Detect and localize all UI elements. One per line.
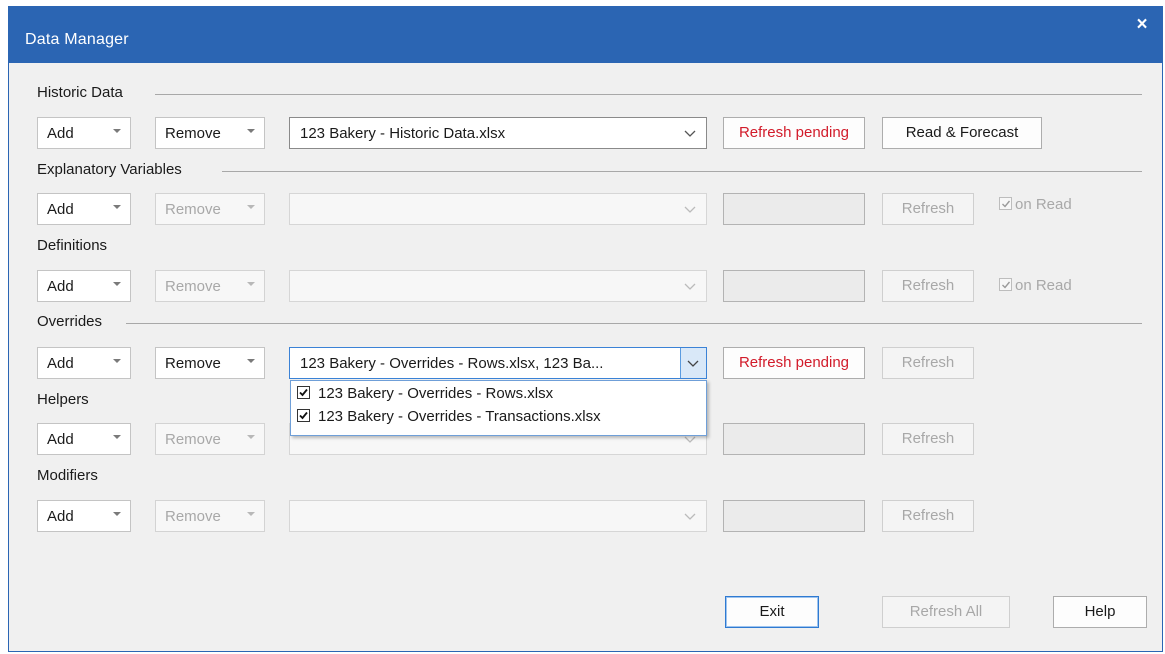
read-and-forecast-button[interactable]: Read & Forecast xyxy=(882,117,1042,149)
overrides-remove-dropdown[interactable]: Remove xyxy=(155,347,265,379)
explanatory-add-dropdown[interactable]: Add xyxy=(37,193,131,225)
helpers-add-dropdown[interactable]: Add xyxy=(37,423,131,455)
chevron-down-icon xyxy=(682,125,698,141)
explanatory-remove-dropdown: Remove xyxy=(155,193,265,225)
modifiers-file-select xyxy=(289,500,707,532)
definitions-on-read-checkbox: on Read xyxy=(999,277,1072,294)
caret-down-icon xyxy=(247,282,255,286)
definitions-status-box xyxy=(723,270,865,302)
section-label-modifiers: Modifiers xyxy=(37,467,98,484)
caret-down-icon xyxy=(113,205,121,209)
section-divider xyxy=(222,171,1142,172)
caret-down-icon xyxy=(113,359,121,363)
checkmark-icon xyxy=(999,278,1012,291)
overrides-refresh-button: Refresh xyxy=(882,347,974,379)
section-label-explanatory: Explanatory Variables xyxy=(37,161,182,178)
definitions-remove-dropdown: Remove xyxy=(155,270,265,302)
chevron-down-icon xyxy=(682,201,698,217)
overrides-add-dropdown[interactable]: Add xyxy=(37,347,131,379)
explanatory-file-select xyxy=(289,193,707,225)
section-label-overrides: Overrides xyxy=(37,313,103,330)
modifiers-add-dropdown[interactable]: Add xyxy=(37,500,131,532)
chevron-down-icon xyxy=(682,508,698,524)
section-label-definitions: Definitions xyxy=(37,237,108,254)
refresh-all-button: Refresh All xyxy=(882,596,1010,628)
caret-down-icon xyxy=(247,205,255,209)
list-item[interactable]: 123 Bakery - Overrides - Transactions.xl… xyxy=(297,408,601,430)
caret-down-icon xyxy=(113,282,121,286)
overrides-dropdown-list: 123 Bakery - Overrides - Rows.xlsx 123 B… xyxy=(290,380,707,436)
caret-down-icon xyxy=(113,129,121,133)
close-icon[interactable]: × xyxy=(1132,15,1152,35)
exit-button[interactable]: Exit xyxy=(725,596,819,628)
historic-refresh-pending-button[interactable]: Refresh pending xyxy=(723,117,865,149)
section-label-historic: Historic Data xyxy=(37,84,123,101)
caret-down-icon xyxy=(113,435,121,439)
checkmark-icon xyxy=(999,197,1012,210)
section-label-helpers: Helpers xyxy=(37,391,89,408)
caret-down-icon xyxy=(247,359,255,363)
definitions-refresh-button: Refresh xyxy=(882,270,974,302)
modifiers-remove-dropdown: Remove xyxy=(155,500,265,532)
definitions-file-select xyxy=(289,270,707,302)
caret-down-icon xyxy=(113,512,121,516)
modifiers-status-box xyxy=(723,500,865,532)
title-bar: Data Manager × xyxy=(9,7,1162,63)
caret-down-icon xyxy=(247,512,255,516)
checkmark-icon[interactable] xyxy=(297,409,310,422)
historic-add-dropdown[interactable]: Add xyxy=(37,117,131,149)
helpers-refresh-button: Refresh xyxy=(882,423,974,455)
section-divider xyxy=(126,323,1142,324)
section-divider xyxy=(155,94,1142,95)
historic-file-select[interactable]: 123 Bakery - Historic Data.xlsx xyxy=(289,117,707,149)
checkmark-icon[interactable] xyxy=(297,386,310,399)
caret-down-icon xyxy=(247,435,255,439)
overrides-file-select[interactable]: 123 Bakery - Overrides - Rows.xlsx, 123 … xyxy=(289,347,707,379)
helpers-status-box xyxy=(723,423,865,455)
explanatory-on-read-checkbox: on Read xyxy=(999,196,1072,213)
explanatory-refresh-button: Refresh xyxy=(882,193,974,225)
explanatory-status-box xyxy=(723,193,865,225)
helpers-remove-dropdown: Remove xyxy=(155,423,265,455)
caret-down-icon xyxy=(247,129,255,133)
chevron-down-icon xyxy=(682,278,698,294)
window-title: Data Manager xyxy=(25,31,129,48)
historic-remove-dropdown[interactable]: Remove xyxy=(155,117,265,149)
help-button[interactable]: Help xyxy=(1053,596,1147,628)
overrides-refresh-pending-button[interactable]: Refresh pending xyxy=(723,347,865,379)
chevron-down-icon[interactable] xyxy=(685,355,701,371)
dialog-content: Historic Data Add Remove 123 Bakery - Hi… xyxy=(9,63,1162,653)
definitions-add-dropdown[interactable]: Add xyxy=(37,270,131,302)
modifiers-refresh-button: Refresh xyxy=(882,500,974,532)
list-item[interactable]: 123 Bakery - Overrides - Rows.xlsx xyxy=(297,385,553,407)
data-manager-window: Data Manager × Historic Data Add Remove … xyxy=(8,6,1163,652)
